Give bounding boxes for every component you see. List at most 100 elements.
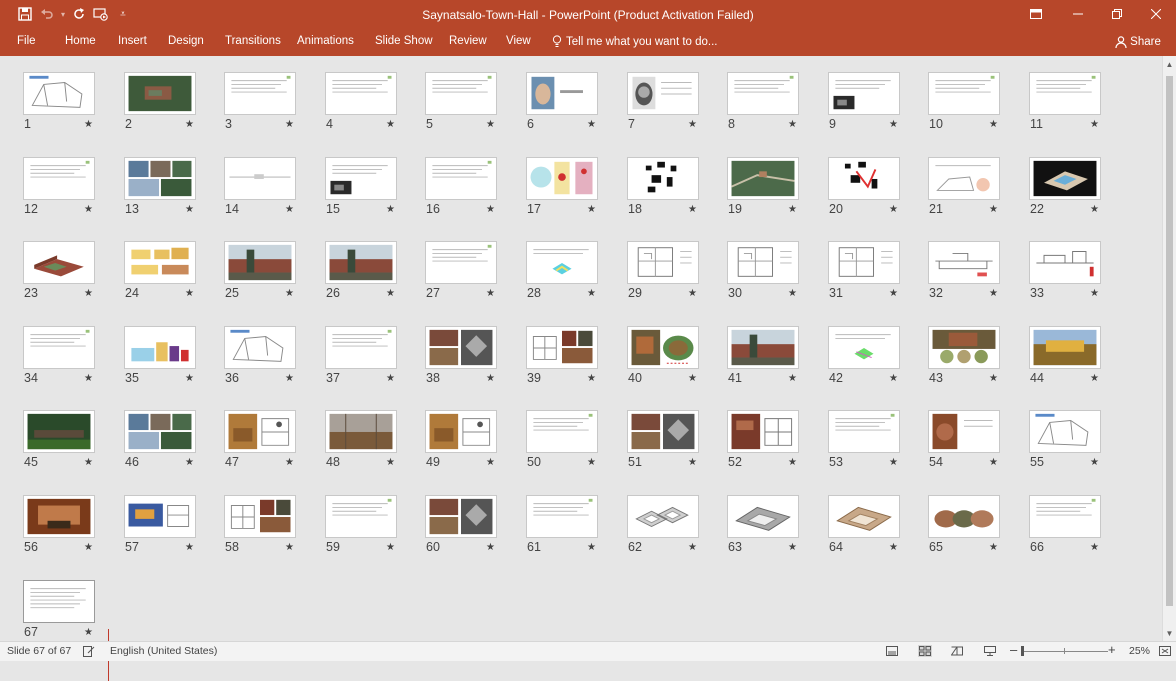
slide-thumbnail[interactable]	[425, 72, 497, 115]
slide-thumbnail[interactable]	[325, 495, 397, 538]
slide-thumbnail[interactable]	[425, 495, 497, 538]
restore-icon[interactable]	[1097, 0, 1137, 28]
slide-thumbnail[interactable]	[828, 72, 900, 115]
slide-thumbnail[interactable]	[627, 410, 699, 453]
slide-thumbnail[interactable]	[224, 326, 296, 369]
slide-thumbnail[interactable]	[828, 157, 900, 200]
animation-star-icon[interactable]: ★	[84, 204, 93, 215]
zoom-slider[interactable]	[1022, 651, 1108, 652]
slide-thumbnail[interactable]	[425, 157, 497, 200]
animation-star-icon[interactable]: ★	[1090, 288, 1099, 299]
zoom-in-button[interactable]: +	[1108, 642, 1116, 657]
animation-star-icon[interactable]: ★	[486, 204, 495, 215]
animation-star-icon[interactable]: ★	[185, 373, 194, 384]
slide-thumbnail[interactable]	[627, 157, 699, 200]
animation-star-icon[interactable]: ★	[587, 119, 596, 130]
slide-thumbnail[interactable]	[727, 72, 799, 115]
scroll-up-icon[interactable]: ▲	[1163, 56, 1176, 72]
slide-thumbnail[interactable]	[124, 157, 196, 200]
animation-star-icon[interactable]: ★	[1090, 542, 1099, 553]
slide-thumbnail[interactable]	[224, 410, 296, 453]
animation-star-icon[interactable]: ★	[386, 373, 395, 384]
animation-star-icon[interactable]: ★	[185, 204, 194, 215]
animation-star-icon[interactable]: ★	[386, 119, 395, 130]
animation-star-icon[interactable]: ★	[989, 542, 998, 553]
animation-star-icon[interactable]: ★	[185, 542, 194, 553]
animation-star-icon[interactable]: ★	[1090, 119, 1099, 130]
slide-thumbnail[interactable]	[928, 495, 1000, 538]
slide-thumbnail[interactable]	[928, 72, 1000, 115]
slide-thumbnail[interactable]	[23, 495, 95, 538]
tab-view[interactable]: View	[506, 35, 531, 47]
slide-thumbnail[interactable]	[425, 410, 497, 453]
animation-star-icon[interactable]: ★	[1090, 457, 1099, 468]
slide-thumbnail[interactable]	[325, 72, 397, 115]
tab-insert[interactable]: Insert	[118, 35, 147, 47]
animation-star-icon[interactable]: ★	[688, 288, 697, 299]
animation-star-icon[interactable]: ★	[185, 457, 194, 468]
reading-view-icon[interactable]	[950, 645, 964, 657]
tab-design[interactable]: Design	[168, 35, 204, 47]
animation-star-icon[interactable]: ★	[889, 119, 898, 130]
animation-star-icon[interactable]: ★	[185, 288, 194, 299]
slide-thumbnail[interactable]	[627, 72, 699, 115]
animation-star-icon[interactable]: ★	[989, 457, 998, 468]
animation-star-icon[interactable]: ★	[889, 542, 898, 553]
slide-thumbnail[interactable]	[23, 580, 95, 623]
animation-star-icon[interactable]: ★	[486, 457, 495, 468]
slide-thumbnail[interactable]	[325, 410, 397, 453]
animation-star-icon[interactable]: ★	[688, 373, 697, 384]
animation-star-icon[interactable]: ★	[788, 204, 797, 215]
animation-star-icon[interactable]: ★	[688, 542, 697, 553]
slide-thumbnail[interactable]	[928, 157, 1000, 200]
animation-star-icon[interactable]: ★	[1090, 204, 1099, 215]
slide-thumbnail[interactable]	[828, 241, 900, 284]
animation-star-icon[interactable]: ★	[84, 373, 93, 384]
tab-animations[interactable]: Animations	[297, 35, 354, 47]
animation-star-icon[interactable]: ★	[486, 542, 495, 553]
animation-star-icon[interactable]: ★	[84, 457, 93, 468]
slide-thumbnail[interactable]	[425, 241, 497, 284]
slide-thumbnail[interactable]	[627, 241, 699, 284]
tab-transitions[interactable]: Transitions	[225, 35, 281, 47]
animation-star-icon[interactable]: ★	[889, 288, 898, 299]
minimize-icon[interactable]	[1058, 0, 1098, 28]
slide-sorter-view-icon[interactable]	[918, 645, 932, 657]
slide-thumbnail[interactable]	[627, 326, 699, 369]
animation-star-icon[interactable]: ★	[587, 457, 596, 468]
slide-thumbnail[interactable]	[727, 241, 799, 284]
animation-star-icon[interactable]: ★	[386, 288, 395, 299]
slide-thumbnail[interactable]	[526, 326, 598, 369]
vertical-scrollbar[interactable]: ▲ ▼	[1162, 56, 1176, 641]
slide-thumbnail[interactable]	[224, 157, 296, 200]
slide-thumbnail[interactable]	[224, 495, 296, 538]
animation-star-icon[interactable]: ★	[285, 119, 294, 130]
animation-star-icon[interactable]: ★	[989, 373, 998, 384]
slide-thumbnail[interactable]	[828, 495, 900, 538]
animation-star-icon[interactable]: ★	[386, 457, 395, 468]
slide-thumbnail[interactable]	[526, 72, 598, 115]
language-indicator[interactable]: English (United States)	[110, 645, 217, 657]
animation-star-icon[interactable]: ★	[788, 542, 797, 553]
slide-thumbnail[interactable]	[325, 157, 397, 200]
slide-thumbnail[interactable]	[828, 326, 900, 369]
animation-star-icon[interactable]: ★	[889, 204, 898, 215]
slide-thumbnail[interactable]	[124, 495, 196, 538]
zoom-slider-thumb[interactable]	[1021, 646, 1024, 656]
spelling-check-icon[interactable]	[82, 645, 96, 657]
animation-star-icon[interactable]: ★	[688, 457, 697, 468]
slide-thumbnail[interactable]	[828, 410, 900, 453]
slide-thumbnail[interactable]	[727, 410, 799, 453]
animation-star-icon[interactable]: ★	[486, 288, 495, 299]
slide-thumbnail[interactable]	[627, 495, 699, 538]
slide-thumbnail[interactable]	[124, 241, 196, 284]
animation-star-icon[interactable]: ★	[386, 204, 395, 215]
slide-thumbnail[interactable]	[224, 72, 296, 115]
tab-slide-show[interactable]: Slide Show	[375, 35, 433, 47]
slide-thumbnail[interactable]	[23, 326, 95, 369]
slide-thumbnail[interactable]	[727, 326, 799, 369]
animation-star-icon[interactable]: ★	[688, 204, 697, 215]
tab-home[interactable]: Home	[65, 35, 96, 47]
animation-star-icon[interactable]: ★	[285, 288, 294, 299]
slide-thumbnail[interactable]	[325, 241, 397, 284]
